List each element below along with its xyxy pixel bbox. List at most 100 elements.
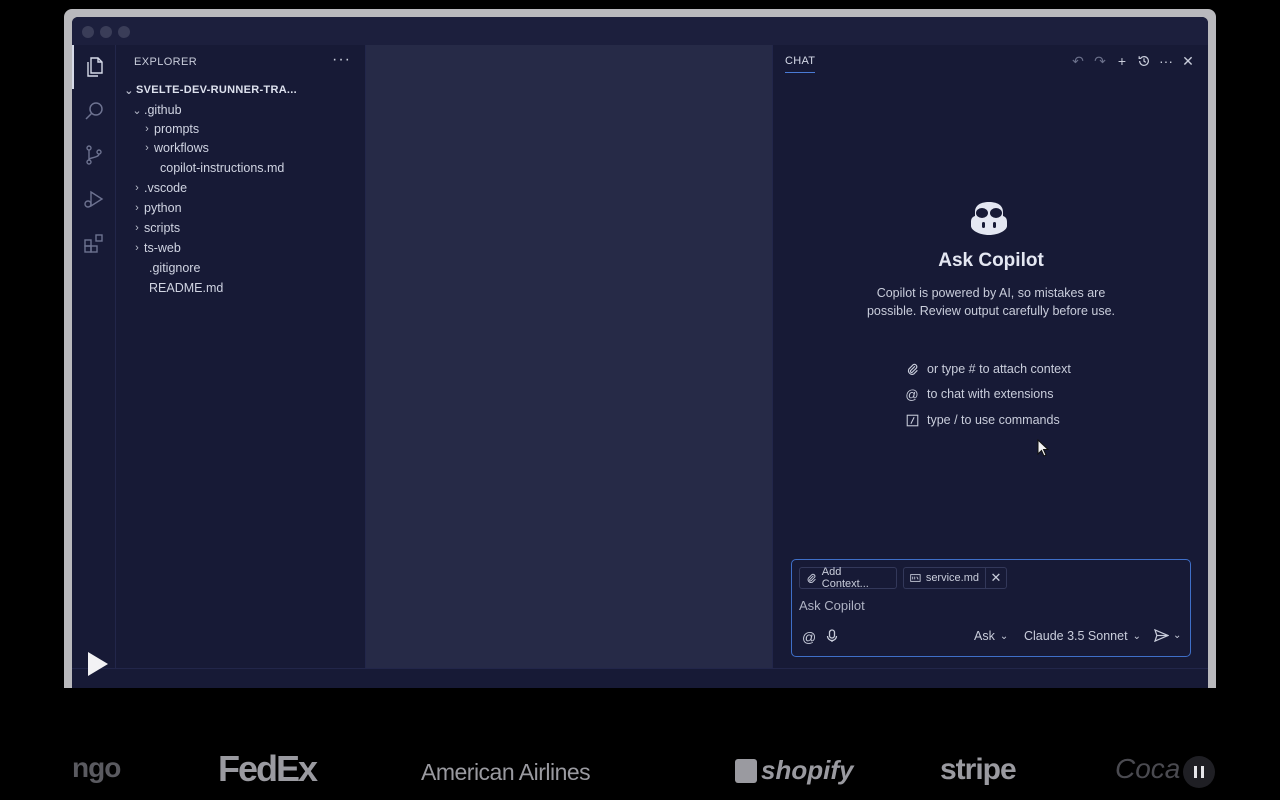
- logos-strip: [0, 688, 1280, 800]
- model-label: Claude 3.5 Sonnet: [1024, 629, 1128, 643]
- activity-search[interactable]: [72, 89, 116, 133]
- tree-item-label: scripts: [144, 221, 181, 235]
- source-control-icon: [86, 145, 102, 165]
- run-debug-icon: [84, 190, 104, 208]
- chevron-icon: ›: [145, 142, 149, 154]
- tree-item[interactable]: › python: [116, 198, 366, 218]
- hint-extensions: @ to chat with extensions: [905, 386, 1054, 402]
- file-icon: [910, 574, 921, 582]
- chevron-down-icon: ⌄: [999, 630, 1009, 642]
- pause-button[interactable]: [1183, 756, 1215, 788]
- microphone-icon[interactable]: [826, 629, 838, 643]
- tree-item-label: README.md: [149, 281, 224, 295]
- tree-item-label: workflows: [154, 141, 209, 155]
- chevron-down-icon: ⌄: [124, 84, 134, 97]
- chevron-icon: ›: [135, 202, 139, 214]
- explorer-more-icon[interactable]: ···: [332, 51, 351, 69]
- tree-item-label: copilot-instructions.md: [160, 161, 285, 175]
- tree-item-label: ts-web: [144, 241, 181, 255]
- hint-commands: type / to use commands: [905, 413, 1060, 427]
- activity-source-control[interactable]: [72, 133, 116, 177]
- close-icon[interactable]: ✕: [1180, 51, 1196, 71]
- redo-icon[interactable]: ↷: [1092, 51, 1108, 71]
- pause-icon-bar: [1194, 766, 1197, 778]
- tree-item[interactable]: › scripts: [116, 218, 366, 238]
- chevron-down-icon: ⌄: [1173, 630, 1182, 641]
- model-dropdown[interactable]: Claude 3.5 Sonnet ⌄: [1024, 629, 1141, 643]
- pause-icon-bar: [1201, 766, 1204, 778]
- chat-input[interactable]: [799, 598, 1179, 613]
- chevron-icon: ⌄: [132, 104, 142, 117]
- chat-input-box: Add Context... service.md ✕ @ Ask ⌄ Clau…: [791, 559, 1191, 657]
- tree-item-label: .github: [144, 103, 182, 117]
- tree-item[interactable]: › .vscode: [116, 178, 366, 198]
- tab-chat[interactable]: CHAT: [785, 55, 816, 73]
- chevron-icon: ›: [135, 242, 139, 254]
- status-bar: [72, 668, 1208, 688]
- extensions-icon: [84, 234, 103, 253]
- chevron-icon: ›: [135, 222, 139, 234]
- activity-extensions[interactable]: [72, 221, 116, 265]
- explorer-panel: EXPLORER ··· ⌄ SVELTE-DEV-RUNNER-TRA... …: [116, 45, 366, 668]
- minimize-window-button[interactable]: [100, 26, 112, 38]
- new-chat-icon[interactable]: +: [1114, 51, 1130, 71]
- explorer-title: EXPLORER: [134, 56, 198, 68]
- paperclip-icon: [905, 362, 919, 376]
- chevron-icon: ›: [145, 123, 149, 135]
- attached-file-chip[interactable]: service.md: [903, 567, 985, 589]
- tree-item[interactable]: ⌄ .github: [116, 100, 366, 120]
- tree-item-label: .vscode: [144, 181, 188, 195]
- logo-partial: ngo: [72, 752, 121, 783]
- vscode-window: EXPLORER ··· ⌄ SVELTE-DEV-RUNNER-TRA... …: [72, 17, 1208, 688]
- history-icon[interactable]: [1136, 51, 1152, 71]
- tree-item[interactable]: › ts-web: [116, 238, 366, 258]
- files-icon: [87, 57, 103, 77]
- at-icon: @: [905, 386, 919, 402]
- attached-file-label: service.md: [925, 572, 979, 584]
- more-actions-icon[interactable]: ···: [1158, 51, 1174, 71]
- chevron-down-icon: ⌄: [1132, 630, 1141, 642]
- tree-item[interactable]: .gitignore: [116, 258, 366, 278]
- logo-coca-cola-partial: Coca: [1115, 753, 1181, 784]
- chevron-icon: ›: [135, 182, 139, 194]
- send-button[interactable]: ⌄: [1154, 629, 1181, 642]
- send-icon: [1154, 629, 1169, 642]
- logo-fedex: FedEx: [218, 748, 318, 789]
- activity-explorer[interactable]: [72, 45, 116, 89]
- mention-icon[interactable]: @: [802, 629, 816, 645]
- slash-command-icon: [905, 413, 919, 427]
- maximize-window-button[interactable]: [118, 26, 130, 38]
- hint-text: to chat with extensions: [927, 387, 1054, 401]
- chat-title: Ask Copilot: [938, 250, 1044, 271]
- search-icon: [85, 102, 103, 120]
- play-icon[interactable]: [86, 650, 110, 678]
- logo-shopify: shopify: [735, 755, 853, 786]
- paperclip-icon: [807, 573, 816, 583]
- chat-toolbar: ↶ ↷ + ··· ✕: [1070, 51, 1196, 71]
- activity-bar: [72, 45, 116, 668]
- tree-item-label: .gitignore: [149, 261, 201, 275]
- undo-icon[interactable]: ↶: [1070, 51, 1086, 71]
- mode-label: Ask: [974, 629, 995, 643]
- logo-american-airlines: American Airlines: [421, 759, 591, 785]
- logo-stripe: stripe: [940, 753, 1017, 786]
- chat-panel: CHAT ↶ ↷ + ··· ✕ Ask Copilot Copilot is …: [772, 45, 1208, 668]
- add-context-button[interactable]: Add Context...: [799, 566, 897, 590]
- hint-attach-context: or type # to attach context: [905, 362, 1071, 376]
- tree-root-label: SVELTE-DEV-RUNNER-TRA...: [136, 84, 298, 96]
- tree-root-folder[interactable]: ⌄ SVELTE-DEV-RUNNER-TRA...: [116, 80, 366, 100]
- copilot-icon: [971, 202, 1007, 235]
- close-window-button[interactable]: [82, 26, 94, 38]
- title-bar: [72, 17, 1208, 45]
- logo-shopify-text: shopify: [761, 755, 854, 785]
- chat-description: Copilot is powered by AI, so mistakes ar…: [866, 286, 1116, 318]
- tree-item[interactable]: › prompts: [116, 119, 366, 139]
- tree-item[interactable]: README.md: [116, 278, 366, 298]
- tree-item[interactable]: copilot-instructions.md: [116, 158, 366, 178]
- editor-area[interactable]: [366, 45, 772, 668]
- mode-dropdown[interactable]: Ask ⌄: [974, 629, 1008, 643]
- activity-run-debug[interactable]: [72, 177, 116, 221]
- tree-item[interactable]: › workflows: [116, 138, 366, 158]
- hint-text: or type # to attach context: [927, 362, 1071, 376]
- remove-file-icon[interactable]: ✕: [985, 567, 1007, 589]
